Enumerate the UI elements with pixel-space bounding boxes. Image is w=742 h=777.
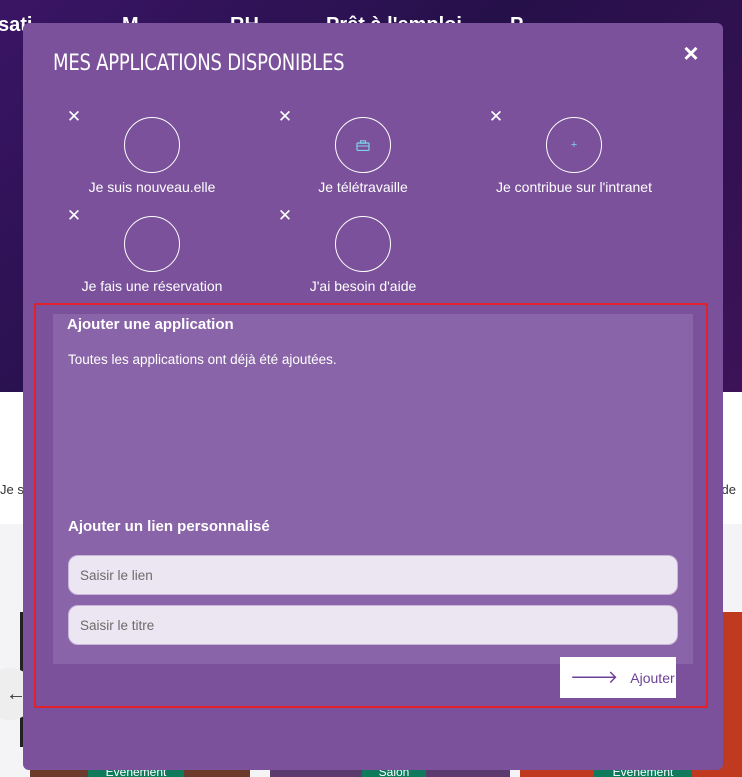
- app-tile[interactable]: ✕ J'ai besoin d'aide: [277, 207, 477, 298]
- applications-modal: MES APPLICATIONS DISPONIBLES × ✕ Je suis…: [23, 23, 723, 770]
- remove-app-icon[interactable]: ✕: [66, 108, 82, 125]
- close-icon[interactable]: ×: [677, 39, 705, 67]
- briefcase-icon: [336, 118, 390, 172]
- app-circle[interactable]: +: [546, 117, 602, 173]
- app-label: Je contribue sur l'intranet: [496, 179, 652, 195]
- app-circle[interactable]: [335, 117, 391, 173]
- add-link-button[interactable]: 🡒 Ajouter: [560, 657, 676, 698]
- background-row-text: Je s: [0, 482, 24, 497]
- add-link-button-label: Ajouter: [630, 669, 675, 686]
- plus-icon: +: [570, 139, 578, 151]
- app-circle[interactable]: [124, 216, 180, 272]
- link-input[interactable]: [68, 555, 678, 595]
- remove-app-icon[interactable]: ✕: [277, 207, 293, 224]
- remove-app-icon[interactable]: ✕: [277, 108, 293, 125]
- modal-title: MES APPLICATIONS DISPONIBLES: [53, 51, 345, 76]
- background-row-text: de: [721, 482, 736, 497]
- custom-link-title: Ajouter un lien personnalisé: [68, 518, 270, 535]
- app-circle[interactable]: [124, 117, 180, 173]
- title-input[interactable]: [68, 605, 678, 645]
- arrow-right-icon: 🡒: [570, 667, 619, 687]
- app-circle[interactable]: [335, 216, 391, 272]
- remove-app-icon[interactable]: ✕: [66, 207, 82, 224]
- add-application-message: Toutes les applications ont déjà été ajo…: [68, 352, 337, 367]
- remove-app-icon[interactable]: ✕: [488, 108, 504, 125]
- app-tile[interactable]: ✕ Je télétravaille: [277, 108, 477, 199]
- app-tile[interactable]: ✕ Je fais une réservation: [66, 207, 266, 298]
- add-application-panel: Ajouter une application Toutes les appli…: [53, 314, 693, 664]
- app-tile[interactable]: ✕ Je suis nouveau.elle: [66, 108, 266, 199]
- app-tile[interactable]: ✕ + Je contribue sur l'intranet: [488, 108, 688, 199]
- add-application-title: Ajouter une application: [67, 316, 234, 333]
- app-label: J'ai besoin d'aide: [309, 278, 417, 294]
